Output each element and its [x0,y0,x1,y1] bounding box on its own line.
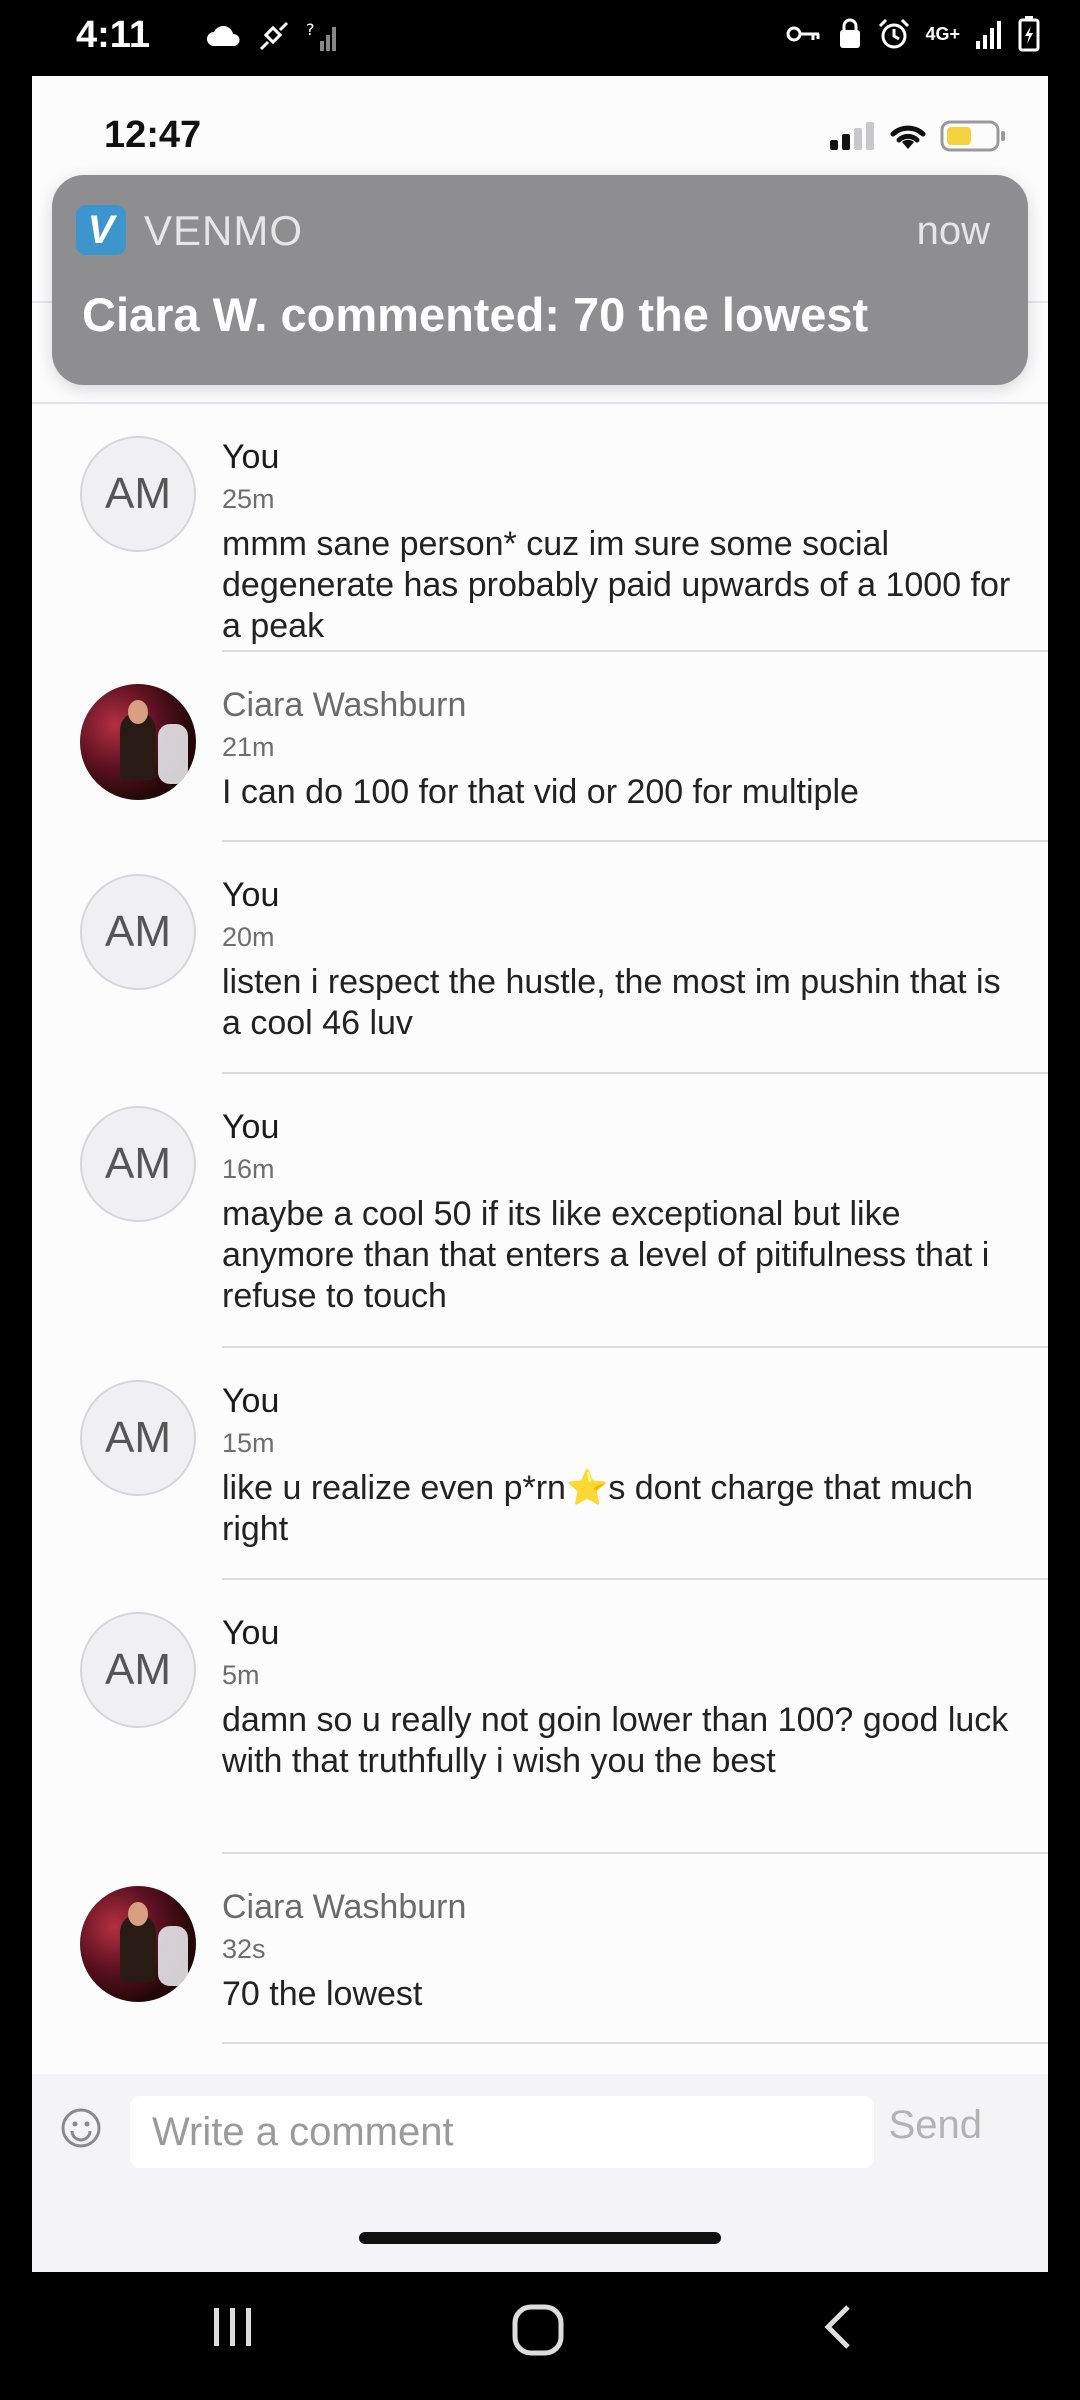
comment-item: AM You 20m listen i respect the hustle, … [32,842,1048,1074]
comment-text: listen i respect the hustle, the most im… [222,963,1001,1042]
comment-input[interactable] [130,2096,874,2168]
star-emoji-icon: ⭐ [565,1469,609,1507]
comment-item: AM You 15m like u realize even p*rn⭐s do… [32,1348,1048,1580]
wifi-icon [890,125,926,149]
comment-timestamp: 32s [222,1934,266,1964]
cellular-signal-icon [830,122,874,150]
signal-no-data-icon: ? [306,20,336,51]
comment-timestamp: 21m [222,732,275,762]
comment-item: AM You 16m maybe a cool 50 if its like e… [32,1074,1048,1348]
avatar[interactable]: AM [80,874,196,990]
comment-text: damn so u really not goin lower than 100… [222,1701,1009,1780]
android-status-bar: 4:11 ? 4G+ [0,0,1080,76]
comment-timestamp: 15m [222,1428,275,1458]
comment-text: 70 the lowest [222,1975,423,2013]
battery-charging-icon [1018,16,1040,52]
android-status-left-icons: ? [206,18,340,54]
notification-time: now [916,209,990,253]
comment-item: AM You 25m mmm sane person* cuz im sure … [32,404,1048,652]
comment-author[interactable]: You [222,876,279,915]
send-button[interactable]: Send [883,2102,988,2149]
satellite-icon [259,21,289,51]
back-icon[interactable] [818,2302,858,2352]
comment-list: AM You 25m mmm sane person* cuz im sure … [32,404,1048,2044]
comment-timestamp: 16m [222,1154,275,1184]
ios-status-icons [830,120,1006,152]
comment-text-part: like u realize even p*rn [222,1469,566,1507]
comment-author[interactable]: You [222,1614,279,1653]
comment-author[interactable]: Ciara Washburn [222,686,466,725]
comment-timestamp: 5m [222,1660,260,1690]
signal-icon [976,21,1001,49]
avatar-photo-face [128,700,148,724]
battery-icon [940,120,1005,152]
avatar[interactable]: AM [80,436,196,552]
home-icon[interactable] [510,2302,566,2358]
comment-author[interactable]: You [222,1108,279,1147]
avatar[interactable]: AM [80,1612,196,1728]
ios-clock: 12:47 [104,114,202,156]
avatar-photo-light [158,724,188,784]
android-status-right-icons: 4G+ [785,16,1040,52]
comment-author[interactable]: Ciara Washburn [222,1888,466,1927]
recent-apps-icon[interactable] [208,2302,258,2352]
ios-status-bar: 12:47 [32,76,1048,186]
comment-item: AM You 5m damn so u really not goin lowe… [32,1580,1048,1854]
android-clock: 4:11 [76,14,150,56]
android-nav-bar [0,2272,1080,2400]
4g-icon: 4G+ [925,24,960,44]
comment-input-bar: Send [32,2074,1048,2272]
home-indicator[interactable] [359,2232,721,2244]
comment-divider [222,2042,1048,2044]
comment-text: maybe a cool 50 if its like exceptional … [222,1195,990,1315]
venmo-app-icon: V [76,205,126,255]
svg-text:?: ? [306,20,315,39]
notification-app-name: VENMO [144,207,304,254]
avatar[interactable]: AM [80,1106,196,1222]
comment-text: I can do 100 for that vid or 200 for mul… [222,773,859,811]
avatar[interactable] [80,684,196,800]
cloud-icon [207,25,240,46]
comment-timestamp: 25m [222,484,275,514]
notification-message: Ciara W. commented: 70 the lowest [82,288,869,341]
lock-icon [840,18,861,48]
vpn-key-icon [786,26,820,42]
comment-text: mmm sane person* cuz im sure some social… [222,525,1011,645]
comment-author[interactable]: You [222,438,279,477]
venmo-screen: 12:47 AM You 25m mmm sane person* cuz im… [32,76,1048,2272]
comment-item: Ciara Washburn 21m I can do 100 for that… [32,652,1048,842]
avatar[interactable] [80,1886,196,2002]
avatar-photo-light [158,1926,188,1986]
comment-timestamp: 20m [222,922,275,952]
avatar[interactable]: AM [80,1380,196,1496]
comment-author[interactable]: You [222,1382,279,1421]
emoji-smiley-icon[interactable] [60,2107,102,2149]
comment-text: like u realize even p*rn⭐s dont charge t… [222,1468,1022,1550]
venmo-notification-banner[interactable]: V VENMO now Ciara W. commented: 70 the l… [52,175,1028,385]
avatar-photo-face [128,1902,148,1926]
comment-item: Ciara Washburn 32s 70 the lowest [32,1854,1048,2044]
alarm-icon [879,18,910,49]
